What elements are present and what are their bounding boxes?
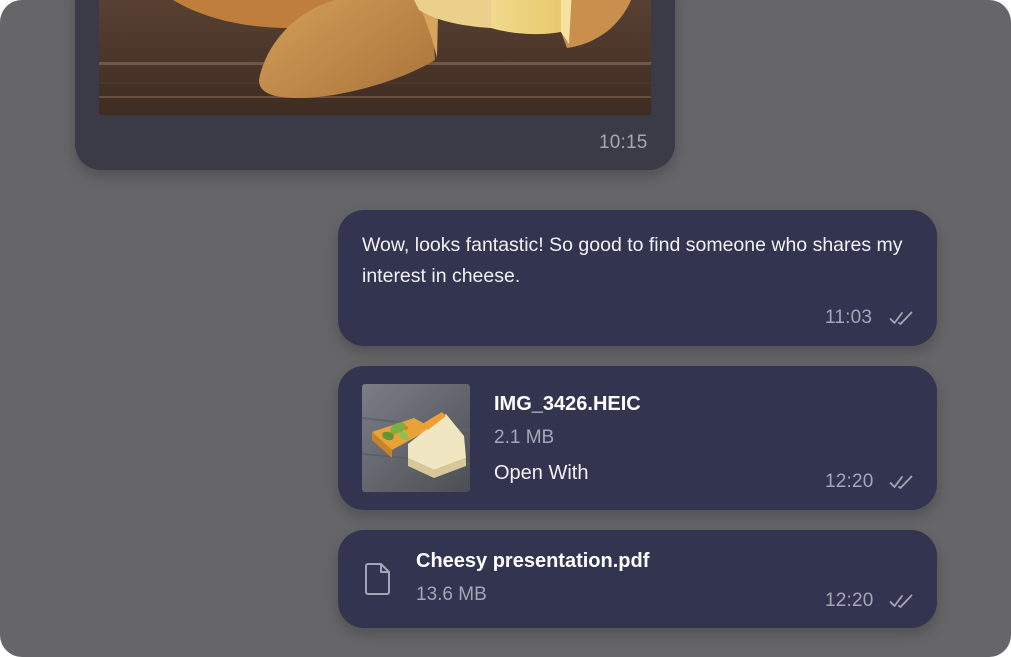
file-name: IMG_3426.HEIC: [494, 393, 641, 415]
file-size: 2.1 MB: [494, 427, 555, 448]
chat-screen: 10:15 Wow, looks fantastic! So good to f…: [0, 0, 1011, 657]
outgoing-pdf-file-message[interactable]: Cheesy presentation.pdf 13.6 MB 12:20: [338, 530, 937, 628]
message-time: 12:20: [825, 590, 874, 611]
cheese-wheel-photo[interactable]: [99, 0, 651, 115]
outgoing-image-file-message[interactable]: IMG_3426.HEIC 2.1 MB Open With 12:20: [338, 366, 937, 510]
outgoing-text-message[interactable]: Wow, looks fantastic! So good to find so…: [338, 210, 937, 346]
double-check-icon: [889, 593, 913, 614]
image-thumbnail[interactable]: [362, 384, 470, 492]
message-time: 12:20: [825, 471, 874, 492]
incoming-image-message[interactable]: 10:15: [75, 0, 675, 170]
double-check-icon: [889, 310, 913, 331]
message-time: 10:15: [599, 132, 648, 153]
file-name: Cheesy presentation.pdf: [416, 550, 650, 572]
double-check-icon: [889, 474, 913, 495]
message-text: Wow, looks fantastic! So good to find so…: [362, 234, 903, 287]
message-time: 11:03: [825, 307, 873, 328]
file-size: 13.6 MB: [416, 584, 487, 605]
open-with-button[interactable]: Open With: [494, 462, 588, 485]
document-icon: [364, 562, 392, 601]
